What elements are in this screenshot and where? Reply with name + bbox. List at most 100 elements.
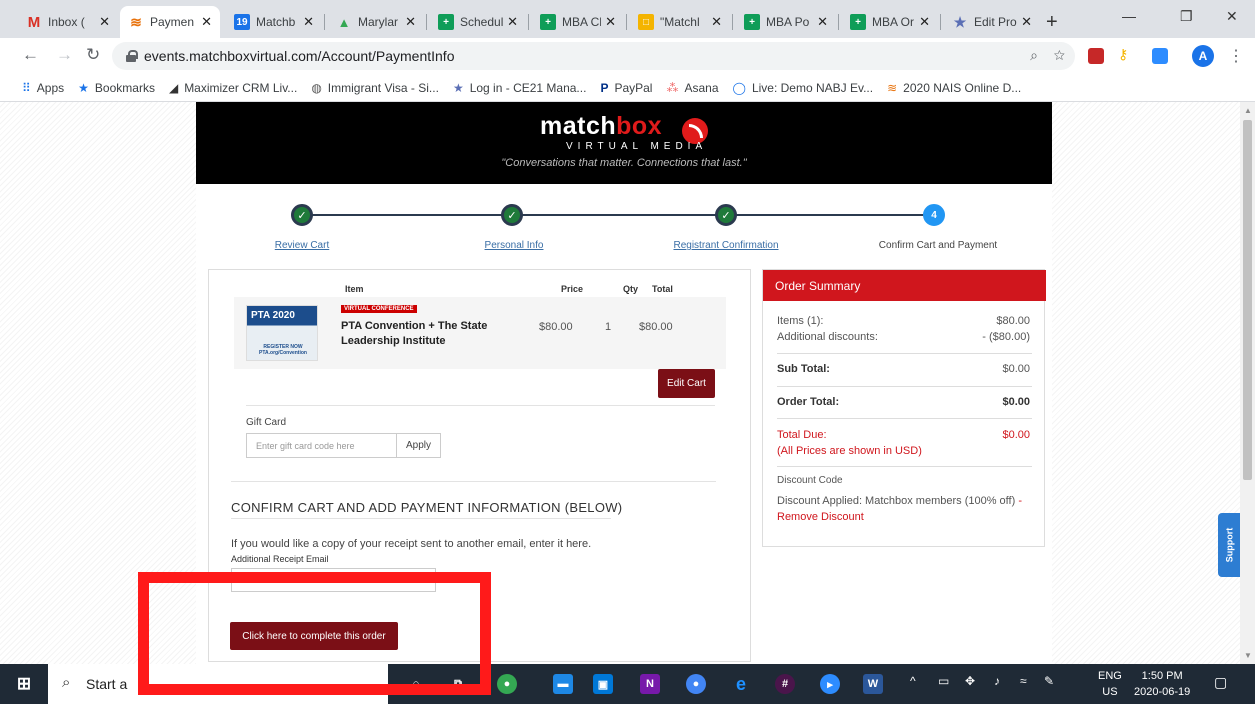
chrome-icon[interactable]: ●	[497, 674, 517, 694]
check-icon: ✓	[291, 204, 313, 226]
browser-tab[interactable]: M Inbox (✕	[18, 6, 118, 38]
close-icon[interactable]: ✕	[201, 14, 212, 30]
wifi-icon[interactable]: ≈	[1020, 674, 1027, 688]
total-due-value: $0.00	[1002, 429, 1030, 441]
edit-cart-button[interactable]: Edit Cart	[658, 369, 715, 398]
tab-separator	[426, 14, 427, 30]
bookmark-item[interactable]: ★ Log in - CE21 Mana...	[453, 81, 587, 95]
onenote-icon[interactable]: N	[640, 674, 660, 694]
column-header-item: Item	[345, 284, 364, 294]
address-bar[interactable]: events.matchboxvirtual.com/Account/Payme…	[112, 42, 1075, 70]
tray-overflow-icon[interactable]: ^	[910, 674, 916, 688]
site-banner: matchbox VIRTUAL MEDIA "Conversations th…	[196, 102, 1052, 184]
pen-icon[interactable]: ✎	[1044, 674, 1054, 688]
edge-icon[interactable]: e	[731, 674, 751, 694]
page-scrollbar[interactable]: ▲ ▼	[1240, 102, 1255, 664]
zoom-extension-icon[interactable]	[1152, 48, 1168, 64]
word-icon[interactable]: W	[863, 674, 883, 694]
bookmark-item[interactable]: ⠿ Apps	[22, 81, 64, 95]
back-icon[interactable]: ←	[22, 46, 39, 63]
clock[interactable]: 1:50 PM 2020-06-19	[1134, 668, 1190, 700]
discounts-value: - ($80.00)	[982, 331, 1030, 343]
bookmark-item[interactable]: ◯ Live: Demo NABJ Ev...	[733, 81, 874, 95]
browser-tab[interactable]: 19 Matchb ✕	[226, 6, 322, 38]
receipt-instructions: If you would like a copy of your receipt…	[231, 538, 592, 550]
support-tab[interactable]: Support	[1218, 513, 1240, 577]
browser-tab-active[interactable]: ≋ Paymen ✕	[120, 6, 220, 38]
step-link-registrant-confirmation[interactable]: Registrant Confirmation	[673, 240, 778, 251]
notifications-icon[interactable]: ▢	[1214, 674, 1227, 691]
close-icon[interactable]: ✕	[1021, 14, 1032, 30]
key-icon[interactable]: ⚷	[1118, 46, 1134, 62]
browser-tab[interactable]: + Schedul ✕	[430, 6, 526, 38]
browser-tab[interactable]: + MBA Po ✕	[736, 6, 836, 38]
file-explorer-icon[interactable]: ▬	[553, 674, 573, 694]
bookmark-item[interactable]: ★ Bookmarks	[78, 81, 155, 95]
browser-tab[interactable]: □ "Matchl ✕	[630, 6, 730, 38]
window-close-icon[interactable]: ✕	[1226, 8, 1238, 25]
minimize-icon[interactable]: —	[1122, 8, 1136, 24]
scrollbar-thumb[interactable]	[1243, 120, 1252, 480]
reload-icon[interactable]: ↻	[86, 46, 100, 63]
site-logo[interactable]: matchbox	[540, 112, 662, 141]
close-icon[interactable]: ✕	[817, 14, 828, 30]
browser-tab[interactable]: + MBA Or ✕	[842, 6, 938, 38]
bookmark-item[interactable]: ≋ 2020 NAIS Online D...	[887, 81, 1021, 95]
step-link-personal-info[interactable]: Personal Info	[485, 240, 544, 251]
forward-icon[interactable]: →	[56, 46, 73, 63]
acrobat-icon[interactable]	[1088, 48, 1104, 64]
close-icon[interactable]: ✕	[303, 14, 314, 30]
close-icon[interactable]: ✕	[507, 14, 518, 30]
subtotal-value: $0.00	[1002, 363, 1030, 375]
store-icon[interactable]: ▣	[593, 674, 613, 694]
search-icon: ⌕	[62, 674, 71, 691]
step-current-badge: 4	[923, 204, 945, 226]
total-due-label: Total Due:	[777, 429, 827, 441]
new-tab-button[interactable]: +	[1046, 12, 1058, 32]
close-icon[interactable]: ✕	[405, 14, 416, 30]
close-icon[interactable]: ✕	[919, 14, 930, 30]
close-icon[interactable]: ✕	[711, 14, 722, 30]
zoom-icon[interactable]: ▸	[820, 674, 840, 694]
volume-icon[interactable]: ♪	[994, 674, 1000, 688]
globe-icon: ◍	[311, 80, 322, 95]
scroll-up-icon[interactable]: ▲	[1244, 106, 1252, 115]
matchbox-icon: ≋	[887, 80, 898, 95]
browser-tab[interactable]: ▲ Marylar ✕	[328, 6, 424, 38]
bookmark-item[interactable]: ⁂ Asana	[666, 81, 718, 95]
scroll-down-icon[interactable]: ▼	[1244, 651, 1252, 660]
restore-icon[interactable]: ❐	[1180, 8, 1193, 25]
order-total-value: $0.00	[1002, 396, 1030, 408]
order-summary-panel: Order Summary Items (1): $80.00 Addition…	[762, 269, 1046, 547]
gift-card-input[interactable]: Enter gift card code here	[246, 433, 397, 458]
bookmark-star-icon[interactable]: ☆	[1054, 47, 1065, 63]
bookmark-item[interactable]: ◍ Immigrant Visa - Si...	[311, 81, 439, 95]
zoom-icon[interactable]: ⌕	[1030, 47, 1038, 63]
battery-icon[interactable]: ▭	[938, 674, 949, 688]
tab-separator	[528, 14, 529, 30]
bookmark-item[interactable]: P PayPal	[600, 81, 652, 95]
browser-tab[interactable]: + MBA Cl ✕	[532, 6, 624, 38]
item-qty: 1	[605, 321, 612, 333]
step-link-review-cart[interactable]: Review Cart	[275, 240, 329, 251]
browser-tab[interactable]: ★ Edit Pro ✕	[944, 6, 1040, 38]
bookmarks-bar: ⠿ Apps ★ Bookmarks ◢ Maximizer CRM Liv... ◍…	[0, 74, 1255, 102]
order-summary-title: Order Summary	[763, 270, 1046, 301]
apply-gift-card-button[interactable]: Apply	[396, 433, 441, 458]
chrome-alt-icon[interactable]: ●	[686, 674, 706, 694]
bookmark-item[interactable]: ◢ Maximizer CRM Liv...	[169, 81, 297, 95]
gift-card-label: Gift Card	[246, 417, 287, 428]
slack-icon[interactable]: #	[775, 674, 795, 694]
gmail-icon: M	[27, 13, 41, 31]
menu-icon[interactable]: ⋮	[1228, 46, 1244, 66]
asana-icon: ⁂	[666, 80, 679, 95]
close-icon[interactable]: ✕	[605, 14, 616, 30]
avatar[interactable]: A	[1192, 45, 1214, 67]
apps-icon: ⠿	[22, 80, 31, 95]
dropbox-icon[interactable]: ✥	[965, 674, 975, 688]
sheets-icon: +	[438, 14, 454, 30]
close-icon[interactable]: ✕	[99, 14, 110, 30]
tab-separator	[626, 14, 627, 30]
language-indicator[interactable]: ENG US	[1098, 668, 1122, 700]
windows-start-icon[interactable]: ⊞	[14, 674, 34, 694]
